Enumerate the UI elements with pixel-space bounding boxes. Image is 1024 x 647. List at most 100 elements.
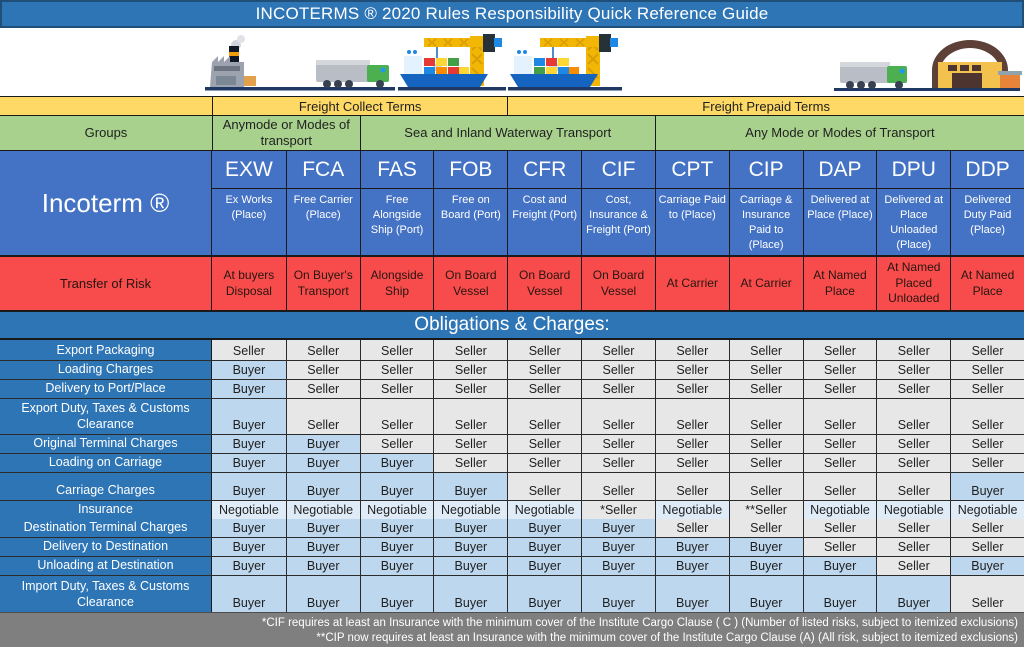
obligation-cell: Seller [655, 340, 729, 360]
obligation-cell: Buyer [286, 519, 360, 537]
obligation-cell: Seller [507, 361, 581, 379]
obligation-cell: Seller [655, 435, 729, 453]
groups-row: Groups Anymode or Modes of transport Sea… [0, 115, 1024, 150]
obligation-cell: Buyer [286, 576, 360, 612]
incoterm-code: FOB [434, 151, 507, 189]
risk-cell: At Carrier [729, 257, 803, 310]
obligation-cell: Buyer [212, 576, 286, 612]
incoterm-description: Ex Works (Place) [212, 189, 286, 255]
risk-cell: On Board Vessel [433, 257, 507, 310]
obligation-cell: Seller [655, 454, 729, 472]
obligation-cell: Seller [950, 399, 1024, 434]
obligation-cell: Seller [876, 538, 950, 556]
obligation-cell: Seller [286, 361, 360, 379]
obligation-cell: **Seller [729, 501, 803, 519]
obligation-label: Insurance [0, 501, 212, 519]
ground-line [398, 87, 506, 91]
obligation-row: Delivery to DestinationBuyerBuyerBuyerBu… [0, 537, 1024, 556]
incoterm-code: CFR [508, 151, 581, 189]
obligation-cell: Buyer [286, 557, 360, 575]
ship-crane-icon [510, 34, 618, 87]
obligation-cell: Buyer [212, 473, 286, 500]
mode-any-left: Anymode or Modes of transport [212, 116, 360, 150]
obligation-cell: Seller [581, 361, 655, 379]
obligation-cell: Seller [507, 473, 581, 500]
obligation-cell: Seller [433, 380, 507, 398]
obligations-table: Export PackagingSellerSellerSellerSeller… [0, 340, 1024, 612]
obligation-cell: Buyer [803, 576, 877, 612]
obligations-header-label: Obligations & Charges: [414, 314, 609, 336]
obligation-cell: Buyer [581, 519, 655, 537]
obligation-cell: Seller [286, 399, 360, 434]
obligation-cell: Seller [433, 361, 507, 379]
obligation-cell: Seller [876, 340, 950, 360]
obligation-label: Export Packaging [0, 340, 212, 360]
obligation-cell: Seller [876, 435, 950, 453]
truck-icon [840, 62, 907, 89]
risk-cell: On Buyer's Transport [286, 257, 360, 310]
incoterm-column: FOBFree on Board (Port) [433, 151, 507, 255]
obligation-cell: Seller [581, 340, 655, 360]
obligation-row: Loading on CarriageBuyerBuyerBuyerSeller… [0, 453, 1024, 472]
obligation-cell: Seller [876, 473, 950, 500]
obligations-header: Obligations & Charges: [0, 310, 1024, 340]
obligation-cell: Seller [729, 399, 803, 434]
obligation-cell: Buyer [729, 538, 803, 556]
obligation-label: Import Duty, Taxes & Customs Clearance [0, 576, 212, 612]
obligation-cell: Seller [876, 557, 950, 575]
obligation-cell: Seller [433, 399, 507, 434]
risk-cell: At buyers Disposal [212, 257, 286, 310]
risk-cell: At Named Place [803, 257, 877, 310]
groups-header: Groups [0, 116, 212, 150]
incoterm-code: FAS [361, 151, 434, 189]
supply-chain-illustration [0, 28, 1024, 96]
incoterm-column: CIFCost, Insurance & Freight (Port) [581, 151, 655, 255]
obligation-cell: Buyer [433, 519, 507, 537]
obligation-cell: Buyer [433, 473, 507, 500]
incoterm-description: Cost, Insurance & Freight (Port) [582, 189, 655, 255]
obligation-cell: Seller [581, 380, 655, 398]
obligation-row: Export Duty, Taxes & Customs ClearanceBu… [0, 398, 1024, 434]
incoterm-band: Incoterm ® EXWEx Works (Place)FCAFree Ca… [0, 150, 1024, 255]
obligation-row: Original Terminal ChargesBuyerBuyerSelle… [0, 434, 1024, 453]
obligation-cell: Buyer [581, 557, 655, 575]
obligation-cell: Buyer [655, 557, 729, 575]
ground-line [205, 87, 395, 91]
obligation-label: Delivery to Destination [0, 538, 212, 556]
incoterm-description: Delivered at Place (Place) [804, 189, 877, 255]
obligation-cell: Buyer [360, 473, 434, 500]
freight-prepaid-header: Freight Prepaid Terms [507, 97, 1024, 115]
obligation-cell: Buyer [507, 538, 581, 556]
obligation-cell: Negotiable [876, 501, 950, 519]
obligation-cell: Buyer [360, 538, 434, 556]
obligation-cell: Seller [655, 361, 729, 379]
obligation-cell: *Seller [581, 501, 655, 519]
obligation-cell: Buyer [655, 538, 729, 556]
obligation-label: Loading on Carriage [0, 454, 212, 472]
obligation-cell: Buyer [212, 435, 286, 453]
mode-sea-inland: Sea and Inland Waterway Transport [360, 116, 655, 150]
obligation-cell: Buyer [507, 557, 581, 575]
obligation-label: Carriage Charges [0, 473, 212, 500]
obligation-cell: Seller [803, 473, 877, 500]
incoterm-column: CPTCarriage Paid to (Place) [655, 151, 729, 255]
incoterm-column: DDPDelivered Duty Paid (Place) [950, 151, 1024, 255]
obligation-row: Unloading at DestinationBuyerBuyerBuyerB… [0, 556, 1024, 575]
incoterm-code: FCA [287, 151, 360, 189]
obligation-row: InsuranceNegotiableNegotiableNegotiableN… [0, 500, 1024, 518]
obligation-cell: Seller [950, 361, 1024, 379]
obligation-cell: Seller [360, 340, 434, 360]
obligation-cell: Seller [360, 435, 434, 453]
incoterm-description: Cost and Freight (Port) [508, 189, 581, 255]
obligation-row: Carriage ChargesBuyerBuyerBuyerBuyerSell… [0, 472, 1024, 500]
obligation-row: Loading ChargesBuyerSellerSellerSellerSe… [0, 360, 1024, 379]
obligation-cell: Buyer [212, 454, 286, 472]
obligation-cell: Negotiable [433, 501, 507, 519]
obligation-cell: Seller [360, 380, 434, 398]
obligation-cell: Seller [803, 380, 877, 398]
incoterm-header: Incoterm ® [0, 151, 212, 255]
incoterm-description: Free Alongside Ship (Port) [361, 189, 434, 255]
obligation-cell: Seller [950, 340, 1024, 360]
incoterm-code: DAP [804, 151, 877, 189]
obligation-cell: Buyer [212, 557, 286, 575]
